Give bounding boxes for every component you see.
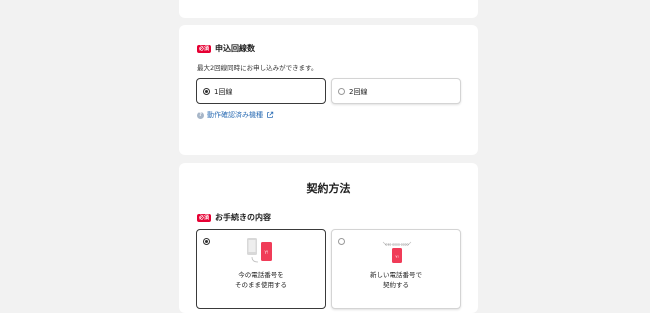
procedure-header: 必須 お手続きの内容 [197,212,271,223]
option-two-lines[interactable]: 2回線 [331,78,461,104]
svg-text:Y!: Y! [395,255,399,259]
lines-count-header: 必須 申込回線数 [197,43,255,54]
required-badge: 必須 [197,44,212,53]
keep-number-label-line1: 今の電話番号を [238,271,284,279]
lines-count-title: 申込回線数 [215,44,256,53]
illustration-number-text: 090-0000-0000 [385,243,408,247]
option-two-lines-label: 2回線 [349,88,368,96]
radio-new-number[interactable] [338,238,345,245]
svg-text:Y!: Y! [263,250,268,255]
previous-section-card [179,0,478,18]
contract-method-title: 契約方法 [306,182,351,195]
option-one-line[interactable]: 1回線 [196,78,326,104]
new-number-icon: 090-0000-0000 Y! [382,241,412,263]
question-circle-icon: ? [197,111,204,119]
option-one-line-label: 1回線 [214,88,233,96]
radio-two-lines[interactable] [338,88,345,95]
keep-number-label-line2: そのまま使用する [235,281,287,289]
radio-keep-number[interactable] [203,238,210,245]
option-new-number[interactable]: 090-0000-0000 Y! 新しい電話番号で 契約する [331,229,461,309]
radio-one-line[interactable] [203,88,210,95]
verified-devices-link[interactable]: ? 動作確認済み機種 [197,110,274,120]
new-number-label-line2: 契約する [383,281,409,289]
procedure-title: お手続きの内容 [215,213,272,222]
verified-devices-link-text[interactable]: 動作確認済み機種 [207,110,263,120]
new-number-label-line1: 新しい電話番号で [370,271,422,279]
contract-method-section: 契約方法 必須 お手続きの内容 Y! 今の電話番号を そのまま使用する 090-… [179,163,478,313]
required-badge: 必須 [197,213,212,222]
option-keep-number[interactable]: Y! 今の電話番号を そのまま使用する [196,229,326,309]
phone-transfer-icon: Y! [247,238,272,263]
lines-count-note: 最大2回線同時にお申し込みができます。 [197,64,318,72]
external-link-icon [267,111,274,118]
lines-count-section: 必須 申込回線数 最大2回線同時にお申し込みができます。 1回線 2回線 ? 動… [179,25,478,155]
